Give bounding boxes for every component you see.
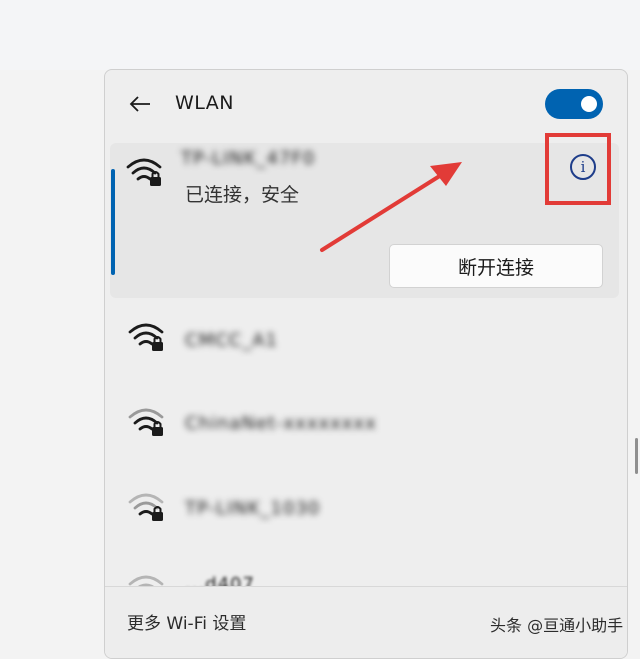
connection-status: 已连接，安全 bbox=[185, 184, 300, 206]
wifi-toggle[interactable] bbox=[545, 89, 603, 119]
flyout-header: WLAN bbox=[105, 70, 627, 140]
disconnect-button[interactable]: 断开连接 bbox=[389, 244, 603, 288]
annotation-highlight-box bbox=[545, 133, 611, 205]
toggle-knob bbox=[581, 96, 597, 112]
wifi-secured-icon bbox=[128, 408, 164, 436]
back-arrow-icon bbox=[129, 96, 150, 112]
list-item[interactable]: TP-LINK_1030 bbox=[105, 480, 627, 540]
network-name: TP-LINK_1030 bbox=[185, 498, 321, 519]
scrollbar-thumb[interactable] bbox=[635, 438, 638, 474]
wifi-secured-icon bbox=[126, 158, 162, 186]
selected-indicator bbox=[111, 169, 115, 275]
list-item[interactable]: ChinaNet-xxxxxxxx bbox=[105, 395, 627, 455]
more-wifi-settings-link[interactable]: 更多 Wi-Fi 设置 bbox=[127, 609, 246, 634]
connected-network-name: TP-LINK_47F0 bbox=[181, 148, 316, 169]
wlan-flyout-panel: WLAN TP-LINK_47F0 已连接，安全 i 断开连接 CMCC_A1 bbox=[104, 69, 628, 659]
page-title: WLAN bbox=[175, 92, 235, 114]
back-button[interactable] bbox=[125, 92, 155, 116]
network-name: CMCC_A1 bbox=[185, 330, 279, 351]
list-item[interactable]: CMCC_A1 bbox=[105, 310, 627, 370]
network-name: ChinaNet-xxxxxxxx bbox=[185, 413, 377, 434]
watermark-text: 头条 @亘通小助手 bbox=[490, 616, 624, 635]
desktop-background bbox=[0, 0, 640, 70]
wifi-secured-icon bbox=[128, 493, 164, 521]
wifi-secured-icon bbox=[128, 323, 164, 351]
